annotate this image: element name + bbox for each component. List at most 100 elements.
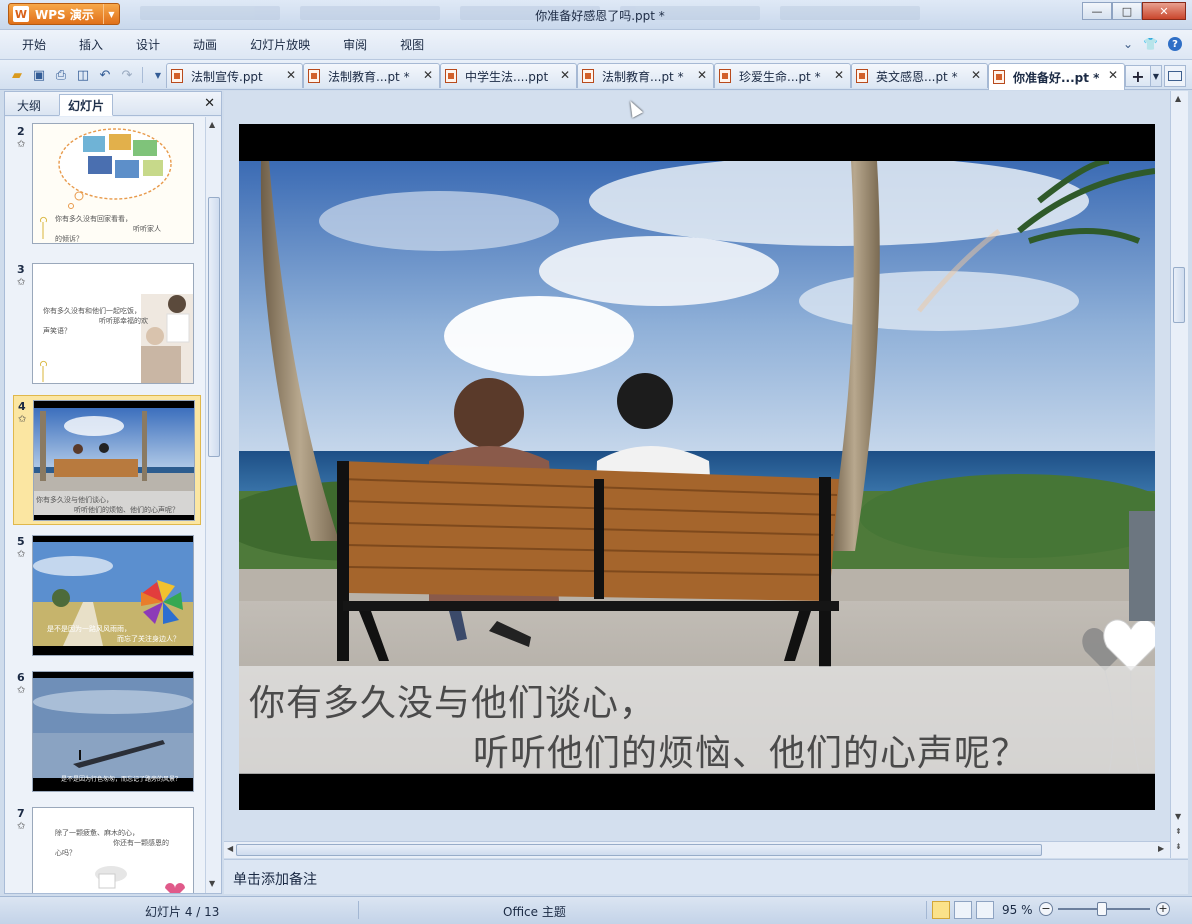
scroll-down-icon[interactable]: ▼ — [209, 879, 215, 888]
window-title: 你准备好感恩了吗.ppt * — [535, 9, 665, 23]
animation-star-icon: ✩ — [17, 139, 26, 150]
slide-thumbnail[interactable]: 5 ✩ 是不是因为一路风风雨雨， 而忘了关注身边人？ — [13, 531, 201, 657]
slide-number: 5 — [17, 535, 25, 548]
tab-slides[interactable]: 幻灯片 — [59, 94, 114, 116]
slide-sorter-view-button[interactable] — [954, 901, 972, 919]
ghost-tab — [300, 6, 440, 20]
new-tab-button[interactable]: + — [1125, 65, 1151, 87]
skin-icon[interactable]: 👕 — [1143, 37, 1158, 51]
canvas-vertical-scrollbar[interactable]: ▲ ▼ ⇞ ⇟ — [1170, 91, 1188, 858]
thumb-text-line: 你有多久没有回家看看， — [55, 215, 132, 223]
ppt-file-icon — [171, 69, 183, 83]
animation-star-icon: ✩ — [17, 277, 26, 288]
minimize-button[interactable]: — — [1082, 2, 1112, 20]
thumb-text-line: 你还有一颗感恩的 — [113, 839, 169, 847]
slide-caption-line2[interactable]: 听听他们的烦恼、他们的心声呢？ — [473, 724, 1028, 776]
close-tab-icon[interactable]: ✕ — [286, 68, 296, 82]
menu-slideshow[interactable]: 幻灯片放映 — [250, 36, 310, 53]
open-folder-icon[interactable]: ▰ — [8, 66, 26, 84]
scroll-up-icon[interactable]: ▲ — [1175, 94, 1181, 103]
close-tab-icon[interactable]: ✕ — [971, 68, 981, 82]
undo-icon[interactable]: ↶ — [96, 66, 114, 84]
slide-thumbnail[interactable]: 6 ✩ 是不是因为行色匆匆，而忘记了路旁的风景？ — [13, 667, 201, 793]
ppt-file-icon — [993, 70, 1005, 84]
wps-app-label: WPS 演示 — [35, 7, 94, 22]
menu-animation[interactable]: 动画 — [193, 36, 217, 53]
slide-preview: 是不是因为行色匆匆，而忘记了路旁的风景？ — [32, 671, 194, 792]
doc-tab-active[interactable]: 你准备好...pt * ✕ — [988, 63, 1125, 90]
zoom-out-button[interactable]: − — [1039, 902, 1053, 916]
close-tab-icon[interactable]: ✕ — [834, 68, 844, 82]
doc-tab[interactable]: 英文感恩...pt * ✕ — [851, 63, 988, 88]
scroll-left-icon[interactable]: ◀ — [227, 844, 233, 853]
scroll-up-icon[interactable]: ▲ — [209, 120, 215, 129]
thumb-text-line: 你有多久没与他们谈心， — [36, 496, 113, 504]
slide-counter: 幻灯片 4 / 13 — [145, 905, 220, 919]
wps-app-menu-button[interactable]: W WPS 演示 ▼ — [8, 3, 120, 25]
canvas-horizontal-scrollbar[interactable]: ◀ ▶ — [224, 841, 1170, 858]
close-tab-icon[interactable]: ✕ — [1108, 68, 1118, 82]
ghost-tab — [780, 6, 920, 20]
save-icon[interactable]: ▣ — [30, 66, 48, 84]
doc-tab[interactable]: 珍爱生命...pt * ✕ — [714, 63, 851, 88]
doc-tab-label: 英文感恩...pt * — [876, 69, 958, 84]
doc-tab[interactable]: 法制教育...pt * ✕ — [577, 63, 714, 88]
menu-home[interactable]: 开始 — [22, 36, 46, 53]
slide-canvas-area[interactable]: 你有多久没与他们谈心， 听听他们的烦恼、他们的心声呢？ — [224, 91, 1170, 841]
tab-outline[interactable]: 大纲 — [9, 94, 49, 116]
close-tab-icon[interactable]: ✕ — [697, 68, 707, 82]
print-preview-icon[interactable]: ◫ — [74, 66, 92, 84]
zoom-slider-handle[interactable] — [1097, 902, 1107, 916]
scroll-right-icon[interactable]: ▶ — [1158, 844, 1164, 853]
menu-design[interactable]: 设计 — [136, 36, 160, 53]
close-panel-icon[interactable]: ✕ — [204, 96, 215, 111]
scroll-thumb[interactable] — [208, 197, 220, 457]
window-controls: — □ ✕ — [1082, 2, 1186, 20]
slide-preview: 你有多久没有和他们一起吃饭， 听听那幸福的欢 声笑语？ — [32, 263, 194, 384]
chevron-down-icon[interactable]: ▼ — [103, 4, 119, 24]
slideshow-view-button[interactable] — [976, 901, 994, 919]
slide-thumbnail-selected[interactable]: 4 ✩ 你有多久没与他们谈心， 听听他们的烦恼、他们的心声呢？ — [13, 395, 201, 525]
doc-tab[interactable]: 法制宣传.ppt ✕ — [166, 63, 303, 88]
thumb-text-line: 而忘了关注身边人？ — [117, 635, 180, 643]
slide-number: 4 — [18, 400, 26, 413]
slide-thumbnail[interactable]: 2 ✩ 你有多久没有回家看看， 听听家人 的倾诉？ — [13, 121, 201, 247]
scroll-thumb[interactable] — [1173, 267, 1185, 323]
maximize-button[interactable]: □ — [1112, 2, 1142, 20]
task-pane-toggle-button[interactable] — [1164, 65, 1186, 87]
slide-number: 6 — [17, 671, 25, 684]
thumbnail-scrollbar[interactable]: ▲ ▼ — [205, 117, 221, 893]
next-slide-icon[interactable]: ⇟ — [1175, 842, 1182, 851]
tab-list-dropdown[interactable]: ▼ — [1150, 65, 1162, 87]
menu-review[interactable]: 审阅 — [343, 36, 367, 53]
print-icon[interactable]: ⎙ — [52, 66, 70, 84]
doc-tab-label: 珍爱生命...pt * — [739, 69, 821, 84]
help-icon[interactable]: ? — [1168, 37, 1182, 51]
notes-pane[interactable]: 单击添加备注 — [224, 859, 1188, 894]
scroll-down-icon[interactable]: ▼ — [1175, 812, 1181, 821]
close-tab-icon[interactable]: ✕ — [560, 68, 570, 82]
menu-view[interactable]: 视图 — [400, 36, 424, 53]
thumb-text-line: 听听那幸福的欢 — [99, 317, 148, 325]
doc-tab[interactable]: 中学生法....ppt ✕ — [440, 63, 577, 88]
current-slide[interactable]: 你有多久没与他们谈心， 听听他们的烦恼、他们的心声呢？ — [239, 124, 1155, 810]
prev-slide-icon[interactable]: ⇞ — [1175, 827, 1182, 836]
zoom-level[interactable]: 95 % — [1002, 903, 1033, 917]
thumb-text-line: 声笑语？ — [43, 327, 71, 335]
slide-caption-line1[interactable]: 你有多久没与他们谈心， — [249, 674, 656, 726]
thumb-text-line: 是不是因为一路风风雨雨， — [47, 625, 131, 633]
redo-icon[interactable]: ↷ — [118, 66, 136, 84]
doc-tab[interactable]: 法制教育...pt * ✕ — [303, 63, 440, 88]
close-tab-icon[interactable]: ✕ — [423, 68, 433, 82]
zoom-in-button[interactable]: + — [1156, 902, 1170, 916]
close-button[interactable]: ✕ — [1142, 2, 1186, 20]
customize-toolbar-icon[interactable]: ▼ — [149, 66, 167, 84]
collapse-ribbon-icon[interactable]: ⌄ — [1123, 37, 1133, 51]
slide-preview: 除了一颗疲惫、麻木的心， 你还有一颗感恩的 心吗？ — [32, 807, 194, 893]
slide-thumbnail[interactable]: 3 ✩ 你有多久没有和他们一起吃饭， 听听那幸福的欢 声笑语？ — [13, 259, 201, 385]
scroll-thumb[interactable] — [236, 844, 1042, 856]
slide-thumbnail[interactable]: 7 ✩ 除了一颗疲惫、麻木的心， 你还有一颗感恩的 心吗？ — [13, 803, 201, 893]
notes-placeholder[interactable]: 单击添加备注 — [233, 869, 317, 889]
normal-view-button[interactable] — [932, 901, 950, 919]
menu-insert[interactable]: 插入 — [79, 36, 103, 53]
